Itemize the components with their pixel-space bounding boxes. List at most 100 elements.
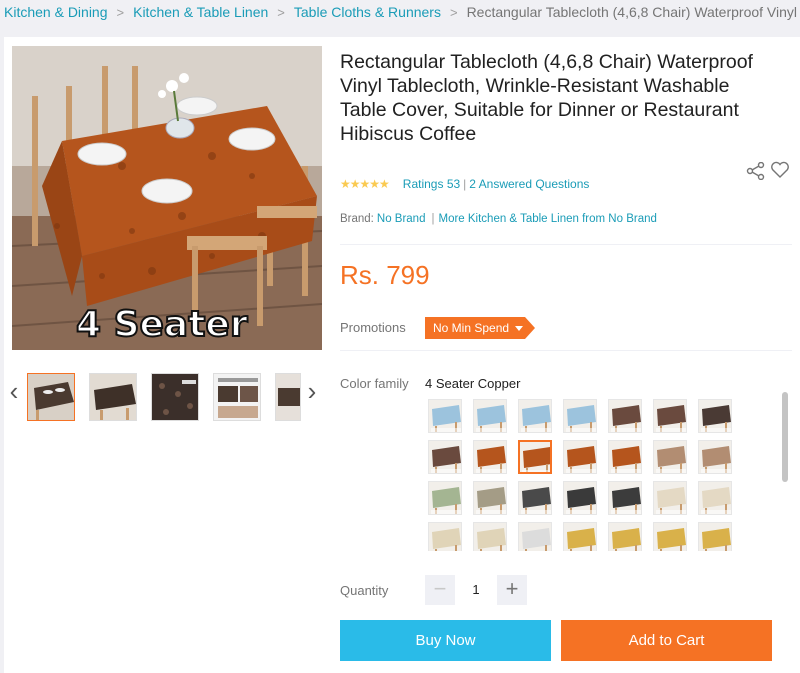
chevron-right-icon[interactable]: › (304, 377, 320, 407)
color-swatch-grid (425, 396, 765, 551)
product-price: Rs. 799 (340, 260, 430, 290)
wishlist-heart-icon[interactable] (770, 161, 790, 179)
color-swatch[interactable] (428, 440, 462, 474)
color-swatch[interactable] (473, 522, 507, 551)
color-swatch[interactable] (608, 399, 642, 433)
color-swatch[interactable] (653, 399, 687, 433)
swatch-image (520, 442, 550, 472)
breadcrumb-current: Rectangular Tablecloth (4,6,8 Chair) Wat… (466, 4, 800, 20)
color-swatch[interactable] (518, 440, 552, 474)
thumbnail-image (28, 374, 74, 420)
rating-stars-icon: ★★★★★ (340, 177, 390, 191)
color-swatch[interactable] (608, 522, 642, 551)
quantity-input[interactable]: 1 (459, 579, 493, 601)
color-family-label: Color family (340, 376, 409, 391)
thumbnail-image (90, 374, 136, 420)
color-swatch[interactable] (563, 522, 597, 551)
color-swatch[interactable] (698, 522, 732, 551)
swatch-image (564, 523, 596, 551)
color-family-selected: 4 Seater Copper (425, 376, 521, 391)
thumbnail-5[interactable] (275, 373, 301, 421)
promotion-badge-text: No Min Spend (433, 321, 510, 335)
color-swatch[interactable] (563, 399, 597, 433)
swatch-image (429, 482, 461, 514)
swatch-image (654, 523, 686, 551)
divider (340, 244, 792, 245)
color-swatch[interactable] (518, 522, 552, 551)
swatch-image (699, 523, 731, 551)
breadcrumb-separator: > (277, 4, 285, 20)
swatch-image (609, 441, 641, 473)
swatch-image (519, 482, 551, 514)
color-swatch[interactable] (518, 481, 552, 515)
swatch-image (609, 400, 641, 432)
swatch-image (654, 400, 686, 432)
color-swatch[interactable] (608, 440, 642, 474)
swatch-image (699, 482, 731, 514)
thumbnail-image (152, 374, 198, 420)
breadcrumb-separator: > (449, 4, 458, 20)
brand-link[interactable]: No Brand (377, 213, 426, 225)
thumbnail-3[interactable] (151, 373, 199, 421)
swatch-image (429, 441, 461, 473)
color-swatch[interactable] (698, 481, 732, 515)
swatch-image (519, 400, 551, 432)
color-swatch[interactable] (473, 399, 507, 433)
swatch-image (429, 523, 461, 551)
product-main-image[interactable]: 4 Seater (12, 46, 322, 350)
promotions-label: Promotions (340, 320, 406, 335)
quantity-label: Quantity (340, 583, 389, 598)
color-swatch[interactable] (428, 522, 462, 551)
divider (340, 350, 792, 351)
color-swatch[interactable] (698, 399, 732, 433)
thumbnail-2[interactable] (89, 373, 137, 421)
color-swatch[interactable] (428, 481, 462, 515)
swatch-image (609, 523, 641, 551)
color-swatch[interactable] (653, 440, 687, 474)
rating-row: ★★★★★ Ratings 53 | 2 Answered Questions (340, 176, 589, 192)
product-card: 4 Seater ‹ › Rectangular Tablecloth (4,6… (4, 37, 800, 673)
swatch-image (429, 400, 461, 432)
swatch-image (699, 441, 731, 473)
color-swatch[interactable] (653, 481, 687, 515)
swatch-image (474, 400, 506, 432)
main-image-caption: 4 Seater (75, 303, 249, 346)
breadcrumb-link-kitchen-dining[interactable]: Kitchen & Dining (4, 4, 108, 20)
color-swatch[interactable] (428, 399, 462, 433)
answered-questions-link[interactable]: 2 Answered Questions (469, 177, 589, 191)
color-swatch[interactable] (653, 522, 687, 551)
ratings-link[interactable]: Ratings 53 (403, 177, 460, 191)
swatch-image (564, 482, 596, 514)
separator: | (431, 213, 435, 225)
breadcrumb-link-table-cloths-runners[interactable]: Table Cloths & Runners (294, 4, 441, 20)
thumbnail-image (214, 374, 260, 420)
color-swatch[interactable] (518, 399, 552, 433)
share-icon[interactable] (746, 161, 766, 181)
swatch-image (564, 441, 596, 473)
swatch-image (609, 482, 641, 514)
swatch-image (699, 400, 731, 432)
breadcrumb-link-kitchen-table-linen[interactable]: Kitchen & Table Linen (133, 4, 268, 20)
color-swatch[interactable] (563, 440, 597, 474)
add-to-cart-button[interactable]: Add to Cart (561, 620, 772, 661)
swatch-image (474, 482, 506, 514)
thumbnail-1[interactable] (27, 373, 75, 421)
color-swatch[interactable] (473, 481, 507, 515)
thumbnail-4[interactable] (213, 373, 261, 421)
quantity-increase-button[interactable]: + (497, 575, 527, 605)
breadcrumb-separator: > (116, 4, 125, 20)
breadcrumb: Kitchen & Dining > Kitchen & Table Linen… (0, 0, 800, 24)
promotion-badge[interactable]: No Min Spend (425, 317, 535, 339)
color-swatch[interactable] (698, 440, 732, 474)
buy-now-button[interactable]: Buy Now (340, 620, 551, 661)
color-swatch[interactable] (563, 481, 597, 515)
thumbnail-strip: ‹ › (4, 367, 334, 423)
color-swatch[interactable] (608, 481, 642, 515)
thumbnail-image (276, 374, 300, 420)
more-from-brand-link[interactable]: More Kitchen & Table Linen from No Brand (438, 213, 656, 225)
chevron-left-icon[interactable]: ‹ (6, 377, 22, 407)
quantity-decrease-button[interactable]: − (425, 575, 455, 605)
swatch-scrollbar[interactable] (782, 392, 788, 482)
brand-row: Brand: No Brand | More Kitchen & Table L… (340, 213, 657, 225)
color-swatch[interactable] (473, 440, 507, 474)
